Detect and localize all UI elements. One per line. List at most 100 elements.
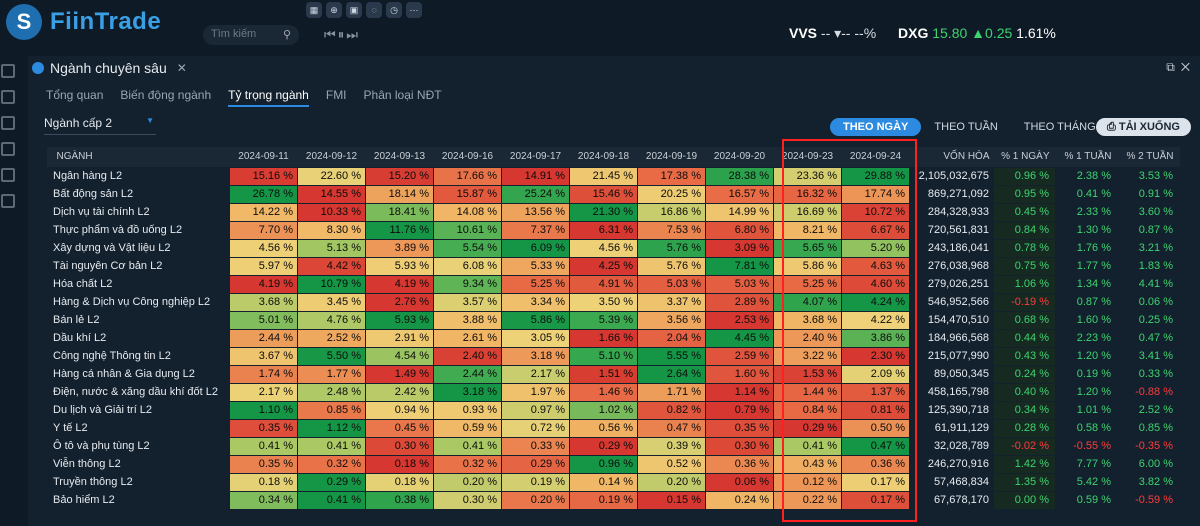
table-row[interactable]: Bất động sản L2 26.78 % 14.55 % 18.14 % 15.8…	[46, 184, 1180, 204]
weight-cell: 4.56 %	[229, 238, 298, 258]
market-cap-cell: 2,105,032,675	[909, 166, 994, 186]
ticker-symbol: DXG	[898, 25, 929, 41]
change-cell: 1.06 %	[993, 274, 1056, 294]
table-row[interactable]: Bán lẻ L2 5.01 % 4.76 % 5.93 % 3.88 % 5.86 % 5…	[46, 310, 1180, 330]
change-cell: 1.20 %	[1055, 346, 1118, 366]
table-row[interactable]: Y tế L2 0.35 % 1.12 % 0.45 % 0.59 % 0.72 % 0.5…	[46, 418, 1180, 438]
weight-cell: 5.13 %	[297, 238, 366, 258]
table-row[interactable]: Truyền thông L2 0.18 % 0.29 % 0.18 % 0.20 % 0…	[46, 472, 1180, 492]
save-icon[interactable]	[1, 116, 15, 130]
change-cell: 1.30 %	[1055, 220, 1118, 240]
column-header[interactable]: % 1 NGÀY	[993, 147, 1056, 167]
table-row[interactable]: Hàng & Dịch vụ Công nghiệp L2 3.68 % 3.45 …	[46, 292, 1180, 312]
download-button[interactable]: ⎙ TẢI XUỐNG	[1096, 118, 1191, 136]
table-row[interactable]: Công nghệ Thông tin L2 3.67 % 5.50 % 4.54 %…	[46, 346, 1180, 366]
sector-name: Hóa chất L2	[46, 274, 230, 294]
refresh-icon[interactable]	[1, 142, 15, 156]
weight-cell: 2.53 %	[705, 310, 774, 330]
layout-icon[interactable]: ▣	[346, 2, 362, 18]
column-header[interactable]: 2024-09-18	[569, 147, 638, 167]
change-cell: 0.19 %	[1055, 364, 1118, 384]
column-header[interactable]: VỐN HÓA	[909, 147, 994, 167]
playback-controls[interactable]: ⏮⏸⏭	[324, 27, 360, 43]
weight-cell: 7.53 %	[637, 220, 706, 240]
table-row[interactable]: Ô tô và phụ tùng L2 0.41 % 0.41 % 0.30 % 0.4…	[46, 436, 1180, 456]
table-row[interactable]: Viễn thông L2 0.35 % 0.32 % 0.18 % 0.32 % 0.2…	[46, 454, 1180, 474]
close-icon[interactable]: ✕	[177, 61, 187, 75]
market-cap-cell: 546,952,566	[909, 292, 994, 312]
tab-sector-weight[interactable]: Tỷ trọng ngành	[228, 88, 309, 107]
ticker-pct: 1.61%	[1016, 25, 1056, 41]
ticker-dxg[interactable]: DXG 15.80 ▲0.25 1.61%	[898, 25, 1056, 41]
weight-cell: 7.70 %	[229, 220, 298, 240]
change-cell: 0.87 %	[1055, 292, 1118, 312]
seg-weekly[interactable]: THEO TUẦN	[921, 118, 1010, 136]
sector-name: Điện, nước & xăng dầu khí đốt L2	[46, 382, 230, 402]
column-header[interactable]: 2024-09-16	[433, 147, 502, 167]
logo[interactable]: S FiinTrade	[6, 4, 161, 40]
weight-cell: 21.30 %	[569, 202, 638, 222]
search-input[interactable]: Tìm kiếm ⚲	[203, 25, 299, 45]
column-header[interactable]: 2024-09-11	[229, 147, 298, 167]
tab-fmi[interactable]: FMI	[326, 88, 347, 107]
table-row[interactable]: Du lịch và Giải trí L2 1.10 % 0.85 % 0.94 %…	[46, 400, 1180, 420]
change-cell: 2.38 %	[1055, 166, 1118, 186]
weight-cell: 0.35 %	[229, 418, 298, 438]
weight-cell: 3.68 %	[229, 292, 298, 312]
column-header[interactable]: 2024-09-13	[365, 147, 434, 167]
change-cell: 3.82 %	[1117, 472, 1180, 492]
ticker-value: -- ▾--	[820, 25, 851, 41]
video-icon[interactable]	[1, 90, 15, 104]
table-row[interactable]: Hóa chất L2 4.19 % 10.79 % 4.19 % 9.34 % 5.25…	[46, 274, 1180, 294]
sector-name: Hàng & Dịch vụ Công nghiệp L2	[46, 292, 230, 312]
table-row[interactable]: Tài nguyên Cơ bản L2 5.97 % 4.42 % 5.93 % 6.…	[46, 256, 1180, 276]
clock-icon[interactable]: ◷	[386, 2, 402, 18]
column-header[interactable]: NGÀNH	[46, 147, 230, 167]
column-header[interactable]: % 1 TUẦN	[1055, 147, 1118, 167]
change-cell: 2.23 %	[1055, 328, 1118, 348]
sector-name: Xây dựng và Vật liệu L2	[46, 238, 230, 258]
market-cap-cell: 215,077,990	[909, 346, 994, 366]
seg-daily[interactable]: THEO NGÀY	[830, 118, 922, 136]
document-icon[interactable]	[1, 168, 15, 182]
weight-cell: 0.36 %	[705, 454, 774, 474]
more-icon[interactable]: ⋯	[406, 2, 422, 18]
column-header[interactable]: 2024-09-20	[705, 147, 774, 167]
weight-cell: 1.49 %	[365, 364, 434, 384]
level-select[interactable]: Ngành cấp 2 ▼	[44, 116, 156, 135]
table-row[interactable]: Điện, nước & xăng dầu khí đốt L2 2.17 % 2.…	[46, 382, 1180, 402]
weight-cell: 0.38 %	[365, 490, 434, 510]
weight-cell: 1.51 %	[569, 364, 638, 384]
window-icon[interactable]	[1, 64, 15, 78]
table-row[interactable]: Dầu khí L2 2.44 % 2.52 % 2.91 % 2.61 % 3.05 %…	[46, 328, 1180, 348]
column-header[interactable]: 2024-09-17	[501, 147, 570, 167]
settings-icon[interactable]	[1, 194, 15, 208]
column-header[interactable]: 2024-09-19	[637, 147, 706, 167]
table-row[interactable]: Xây dựng và Vật liệu L2 4.56 % 5.13 % 3.89 …	[46, 238, 1180, 258]
grid-icon[interactable]: ▦	[306, 2, 322, 18]
column-header[interactable]: 2024-09-12	[297, 147, 366, 167]
table-row[interactable]: Thực phẩm và đồ uống L2 7.70 % 8.30 % 11.76…	[46, 220, 1180, 240]
period-selector: THEO NGÀY THEO TUẦN THEO THÁNG	[830, 118, 1109, 136]
chart-icon[interactable]: ◌	[366, 2, 382, 18]
change-cell: 1.01 %	[1055, 400, 1118, 420]
table-row[interactable]: Dịch vụ tài chính L2 14.22 % 10.33 % 18.41 …	[46, 202, 1180, 222]
ticker-vvs[interactable]: VVS -- ▾-- --%	[789, 25, 876, 42]
weight-cell: 4.42 %	[297, 256, 366, 276]
table-row[interactable]: Hàng cá nhân & Gia dụng L2 1.74 % 1.77 % 1.…	[46, 364, 1180, 384]
panel-controls[interactable]: ⧉✕	[1166, 60, 1196, 75]
zoom-icon[interactable]: ⊕	[326, 2, 342, 18]
weight-cell: 22.60 %	[297, 166, 366, 186]
weight-cell: 1.71 %	[637, 382, 706, 402]
tab-investor-class[interactable]: Phân loại NĐT	[364, 88, 442, 107]
weight-cell: 3.89 %	[365, 238, 434, 258]
column-header[interactable]: % 2 TUẦN	[1117, 147, 1180, 167]
table-row[interactable]: Bảo hiểm L2 0.34 % 0.41 % 0.38 % 0.30 % 0.20 …	[46, 490, 1180, 510]
weight-cell: 5.03 %	[705, 274, 774, 294]
tab-sector-movement[interactable]: Biến động ngành	[120, 88, 211, 107]
seg-monthly[interactable]: THEO THÁNG	[1011, 118, 1109, 136]
sector-name: Hàng cá nhân & Gia dụng L2	[46, 364, 230, 384]
table-row[interactable]: Ngân hàng L2 15.16 % 22.60 % 15.20 % 17.66 %…	[46, 166, 1180, 186]
change-cell: 1.83 %	[1117, 256, 1180, 276]
tab-overview[interactable]: Tổng quan	[46, 88, 103, 107]
